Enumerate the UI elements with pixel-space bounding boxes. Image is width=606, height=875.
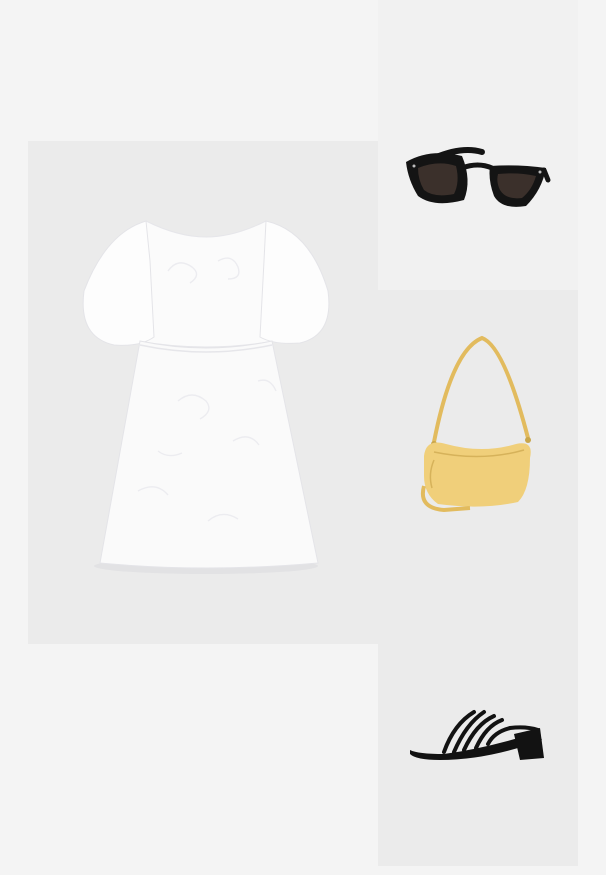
sandals-image (410, 710, 544, 760)
dress-tile[interactable] (28, 141, 378, 644)
bag-tile[interactable] (378, 290, 578, 866)
sunglasses-tile[interactable] (378, 0, 578, 290)
shoulder-bag-image (421, 335, 531, 513)
dress-image (82, 220, 330, 574)
sunglasses-image (406, 147, 551, 207)
